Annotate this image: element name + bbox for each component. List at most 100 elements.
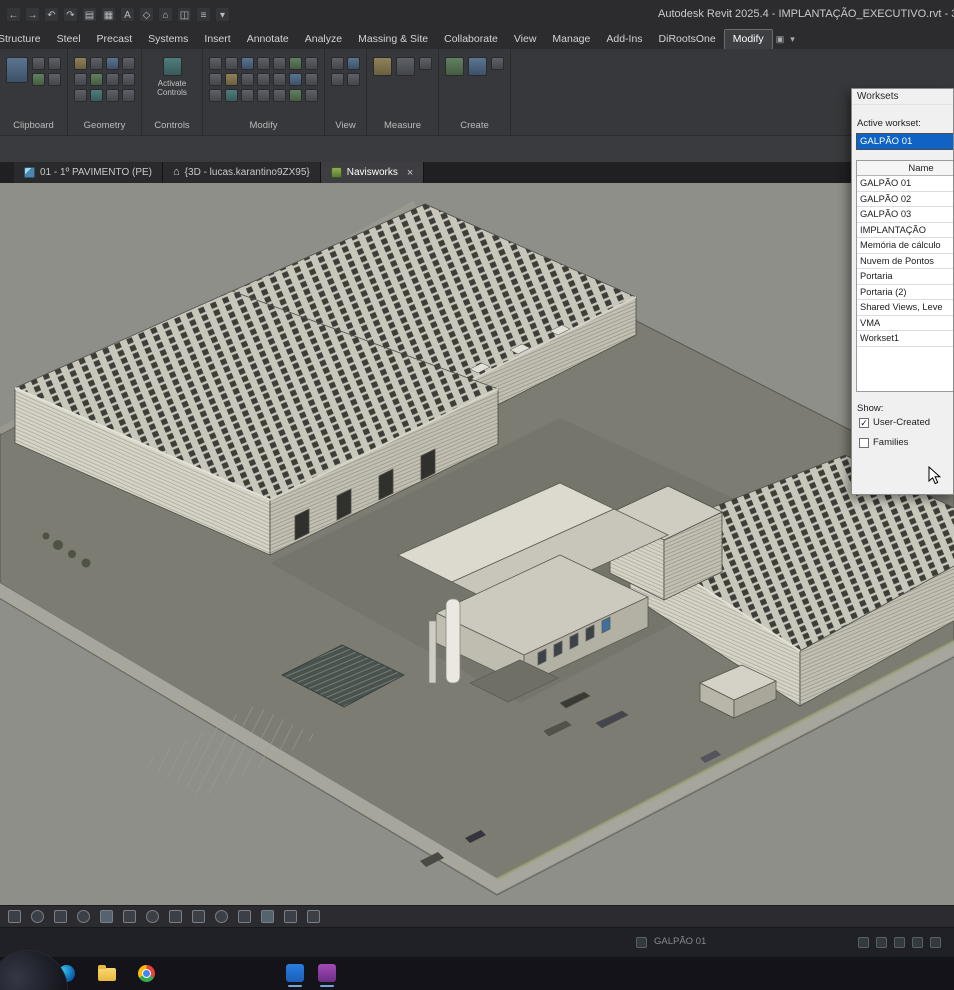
workset-row[interactable]: GALPÃO 03: [857, 207, 954, 223]
selection-count-icon[interactable]: [930, 937, 941, 948]
user-created-checkbox[interactable]: ✓ User-Created: [859, 417, 930, 428]
ribbon-tab-systems[interactable]: Systems: [140, 30, 196, 49]
workset-row[interactable]: Nuvem de Pontos: [857, 254, 954, 270]
move-icon[interactable]: [257, 57, 270, 70]
workset-row[interactable]: GALPÃO 01: [857, 176, 954, 192]
copy-icon[interactable]: [48, 57, 61, 70]
view-tab-floor-plan[interactable]: 01 - 1º PAVIMENTO (PE): [14, 162, 163, 183]
more-tools-icon[interactable]: [305, 89, 318, 102]
camera-icon[interactable]: [146, 910, 159, 923]
trim-extend-icon[interactable]: [305, 57, 318, 70]
ribbon-tab-structure[interactable]: Structure: [0, 30, 49, 49]
create-similar-icon[interactable]: [491, 57, 504, 70]
ribbon-tab-dirootsone[interactable]: DiRootsOne: [651, 30, 724, 49]
workset-row[interactable]: Workset1: [857, 331, 954, 347]
pan-icon[interactable]: [31, 910, 44, 923]
user-created-checkbox-box[interactable]: ✓: [859, 418, 869, 428]
ribbon-tab-add-ins[interactable]: Add-Ins: [598, 30, 650, 49]
extend-single-icon[interactable]: [289, 73, 302, 86]
split-face-icon[interactable]: [90, 89, 103, 102]
rotate-icon[interactable]: [289, 57, 302, 70]
ribbon-tab-precast[interactable]: Precast: [89, 30, 141, 49]
workset-row[interactable]: GALPÃO 02: [857, 192, 954, 208]
element-tool-icon[interactable]: [289, 89, 302, 102]
ribbon-tab-collaborate[interactable]: Collaborate: [436, 30, 506, 49]
section-icon[interactable]: ◫: [177, 7, 192, 22]
workset-row[interactable]: Portaria (2): [857, 285, 954, 301]
copy-modify-icon[interactable]: [273, 57, 286, 70]
shadows-icon[interactable]: [192, 910, 205, 923]
select-icon[interactable]: [8, 910, 21, 923]
measure-caret-icon[interactable]: [419, 57, 432, 70]
activate-controls-label[interactable]: Activate Controls: [148, 79, 196, 97]
cope-icon[interactable]: [74, 57, 87, 70]
redo-icon[interactable]: ↷: [63, 7, 78, 22]
families-checkbox-box[interactable]: [859, 438, 869, 448]
ribbon-tab-steel[interactable]: Steel: [49, 30, 89, 49]
filter-icon[interactable]: [912, 937, 923, 948]
delete-icon[interactable]: [48, 73, 61, 86]
close-view-tab-icon[interactable]: ×: [403, 167, 413, 179]
column-header-name[interactable]: Name: [857, 161, 954, 176]
workset-row[interactable]: Shared Views, Leve: [857, 300, 954, 316]
print-icon[interactable]: ▤: [82, 7, 97, 22]
workset-row[interactable]: Portaria: [857, 269, 954, 285]
properties-icon[interactable]: [307, 910, 320, 923]
drawing-area[interactable]: [0, 183, 954, 905]
join-icon[interactable]: [106, 57, 119, 70]
offset-geometry-icon[interactable]: [74, 73, 87, 86]
beam-coping-icon[interactable]: [106, 73, 119, 86]
paste-icon[interactable]: [6, 57, 28, 83]
workset-status-icon[interactable]: [636, 937, 647, 948]
demolish-icon[interactable]: [106, 89, 119, 102]
file-explorer-icon[interactable]: [98, 968, 116, 981]
ribbon-tab-massing-site[interactable]: Massing & Site: [350, 30, 436, 49]
workset-row[interactable]: IMPLANTAÇÃO: [857, 223, 954, 239]
match-type-icon[interactable]: [32, 73, 45, 86]
orbit-icon[interactable]: [77, 910, 90, 923]
hide-elements-icon[interactable]: [347, 57, 360, 70]
ribbon-tab-modify[interactable]: Modify: [724, 29, 773, 49]
app-taskbar-icon[interactable]: [318, 964, 336, 982]
thin-lines-icon[interactable]: ≡: [196, 7, 211, 22]
ribbon-tab-view[interactable]: View: [506, 30, 545, 49]
create-group-icon[interactable]: [468, 57, 487, 76]
ribbon-tab-manage[interactable]: Manage: [544, 30, 598, 49]
cut-icon[interactable]: [32, 57, 45, 70]
pin-icon[interactable]: [225, 89, 238, 102]
families-checkbox[interactable]: Families: [859, 437, 908, 448]
split-element-icon[interactable]: [209, 73, 222, 86]
offset-icon[interactable]: [225, 57, 238, 70]
press-drag-icon[interactable]: [894, 937, 905, 948]
ribbon-tab-insert[interactable]: Insert: [196, 30, 238, 49]
isolate-elements-icon[interactable]: [331, 73, 344, 86]
default-3d-view-icon[interactable]: ⌂: [158, 7, 173, 22]
workset-row[interactable]: VMA: [857, 316, 954, 332]
home-view-icon[interactable]: [100, 910, 113, 923]
aligned-dimension-icon[interactable]: [396, 57, 415, 76]
activate-view-icon[interactable]: [331, 57, 344, 70]
view-tab-navisworks[interactable]: Navisworks ×: [321, 162, 425, 183]
workset-row[interactable]: Memória de cálculo: [857, 238, 954, 254]
view-tab-3d[interactable]: ⌂ {3D - lucas.karantino9ZX95}: [163, 162, 321, 183]
unjoin-icon[interactable]: [122, 57, 135, 70]
steering-wheel-icon[interactable]: [123, 910, 136, 923]
trim-corner-icon[interactable]: [273, 73, 286, 86]
active-workset-indicator[interactable]: GALPÃO 01: [654, 936, 706, 947]
create-parts-icon[interactable]: [445, 57, 464, 76]
crop-view-icon[interactable]: [238, 910, 251, 923]
wall-joins-icon[interactable]: [90, 73, 103, 86]
revit-taskbar-icon[interactable]: [286, 964, 304, 982]
lock-view-icon[interactable]: [284, 910, 297, 923]
exclude-options-icon[interactable]: [876, 937, 887, 948]
sun-icon[interactable]: [215, 910, 228, 923]
align-icon[interactable]: [209, 57, 222, 70]
undo-icon[interactable]: ↶: [44, 7, 59, 22]
mirror-draw-axis-icon[interactable]: [257, 73, 270, 86]
ribbon-options-icon[interactable]: ▣: [773, 31, 788, 49]
zoom-icon[interactable]: [54, 910, 67, 923]
link-icon[interactable]: [122, 89, 135, 102]
activate-controls-icon[interactable]: [163, 57, 182, 76]
active-workset-select[interactable]: GALPÃO 01: [856, 133, 954, 150]
visual-style-icon[interactable]: [261, 910, 274, 923]
